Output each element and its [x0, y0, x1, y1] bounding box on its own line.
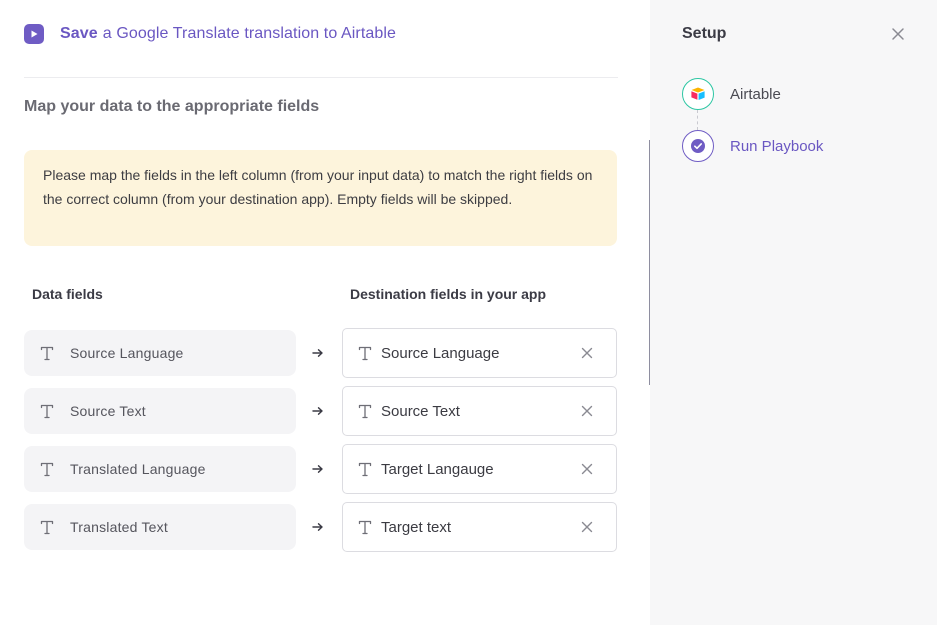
step-label: Run Playbook [730, 137, 824, 155]
close-icon [581, 347, 593, 359]
source-field: Translated Language [24, 446, 296, 492]
play-icon [24, 24, 44, 44]
arrow-right-icon [312, 523, 323, 531]
destination-field[interactable]: Target Langauge [342, 444, 617, 494]
playbook-title-rest: a Google Translate translation to Airtab… [102, 25, 397, 42]
playbook-action: Save [60, 25, 98, 42]
clear-field-button[interactable] [575, 341, 599, 365]
destination-field-label: Target Langauge [381, 460, 494, 478]
playbook-title: Save a Google Translate translation to Ai… [60, 25, 396, 43]
step-label: Airtable [730, 85, 781, 103]
destination-fields-header: Destination fields in your app [350, 286, 547, 302]
text-type-icon [40, 462, 54, 477]
close-icon [581, 463, 593, 475]
source-field-label: Source Text [70, 403, 146, 419]
mapping-row: Source Text Source Text [24, 386, 617, 436]
clear-field-button[interactable] [575, 399, 599, 423]
data-fields-header: Data fields [32, 286, 103, 302]
mapping-row: Translated Language Target Langauge [24, 444, 617, 494]
destination-field-label: Source Text [381, 402, 460, 420]
step-connector [697, 110, 698, 130]
text-type-icon [358, 462, 372, 477]
close-icon [892, 28, 904, 40]
destination-field[interactable]: Target text [342, 502, 617, 552]
source-field: Source Language [24, 330, 296, 376]
arrow-right-icon [312, 349, 323, 357]
clear-field-button[interactable] [575, 515, 599, 539]
clear-field-button[interactable] [575, 457, 599, 481]
main-panel: Save a Google Translate translation to Ai… [0, 0, 650, 625]
source-field-label: Translated Text [70, 519, 168, 535]
check-circle-icon [682, 130, 714, 162]
step-run-playbook[interactable]: Run Playbook [682, 130, 823, 162]
source-field-label: Source Language [70, 345, 184, 361]
mapping-row: Translated Text Target text [24, 502, 617, 552]
setup-sidebar: Setup Airtable Run Playbook [650, 0, 937, 625]
close-button[interactable] [886, 22, 910, 46]
source-field: Source Text [24, 388, 296, 434]
mapping-notice: Please map the fields in the left column… [24, 150, 617, 246]
text-type-icon [40, 404, 54, 419]
mapping-row: Source Language Source Language [24, 328, 617, 378]
text-type-icon [358, 404, 372, 419]
destination-field-label: Target text [381, 518, 452, 536]
text-type-icon [358, 520, 372, 535]
source-field-label: Translated Language [70, 461, 206, 477]
arrow-right-icon [312, 407, 323, 415]
destination-field-label: Source Language [381, 344, 500, 362]
text-type-icon [358, 346, 372, 361]
text-type-icon [40, 346, 54, 361]
arrow-right-icon [312, 465, 323, 473]
playbook-header: Save a Google Translate translation to Ai… [24, 22, 396, 46]
section-title: Map your data to the appropriate fields [24, 98, 320, 115]
close-icon [581, 521, 593, 533]
source-field: Translated Text [24, 504, 296, 550]
destination-field[interactable]: Source Text [342, 386, 617, 436]
text-type-icon [40, 520, 54, 535]
close-icon [581, 405, 593, 417]
destination-field[interactable]: Source Language [342, 328, 617, 378]
airtable-logo-icon [682, 78, 714, 110]
sidebar-title: Setup [682, 25, 727, 42]
header-divider [24, 77, 618, 78]
step-airtable[interactable]: Airtable [682, 78, 781, 110]
